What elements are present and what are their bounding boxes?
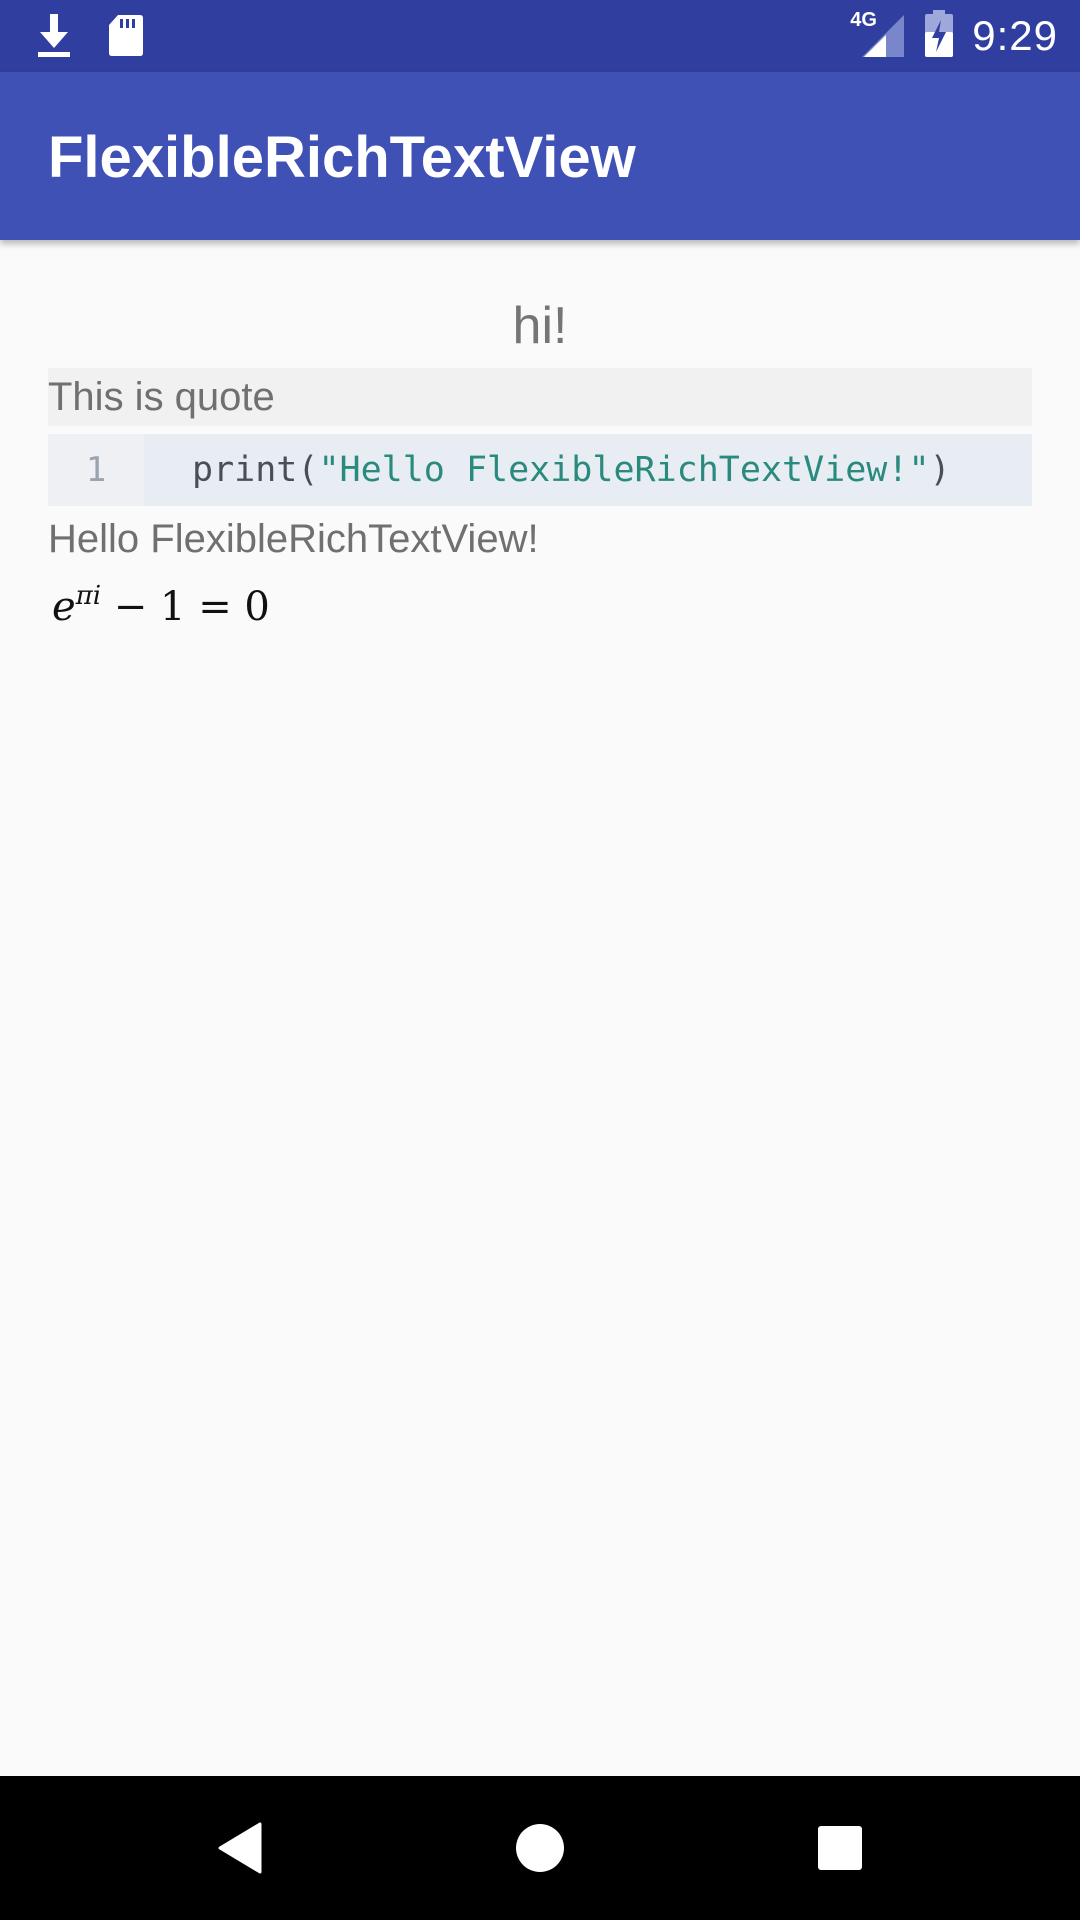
math-formula: eπi − 1 = 0	[48, 566, 1032, 637]
math-base: e	[52, 584, 76, 630]
code-block: 1 print("Hello FlexibleRichTextView!")	[48, 434, 1032, 506]
navigation-bar	[0, 1776, 1080, 1920]
app-title: FlexibleRichTextView	[48, 125, 636, 190]
battery-charging-icon	[924, 9, 954, 63]
code-string: "Hello FlexibleRichTextView!"	[318, 450, 930, 490]
status-bar: 4G 9:29	[0, 0, 1080, 72]
back-button[interactable]	[168, 1776, 312, 1920]
status-time: 9:29	[972, 12, 1058, 59]
home-icon	[516, 1824, 564, 1872]
code-closing: )	[929, 450, 951, 490]
quote-block: This is quote	[48, 368, 1032, 426]
screen: 4G 9:29 FlexibleRichTextView hi! This is…	[0, 0, 1080, 1920]
status-bar-notifications	[34, 12, 144, 63]
back-icon	[218, 1822, 262, 1874]
code-line: print("Hello FlexibleRichTextView!")	[144, 434, 1032, 506]
recents-button[interactable]	[768, 1776, 912, 1920]
cell-signal-icon: 4G	[850, 9, 906, 61]
download-icon	[34, 12, 74, 63]
paragraph-text: Hello FlexibleRichTextView!	[48, 517, 539, 561]
status-bar-system: 4G 9:29	[850, 0, 1058, 72]
recents-icon	[818, 1826, 862, 1870]
code-line-number: 1	[48, 434, 144, 506]
home-button[interactable]	[468, 1776, 612, 1920]
math-exponent: πi	[75, 581, 102, 611]
sd-card-icon	[108, 13, 144, 62]
app-bar: FlexibleRichTextView	[0, 72, 1080, 240]
rich-text-view: hi! This is quote 1 print("Hello Flexibl…	[48, 240, 1032, 637]
heading-text: hi!	[512, 297, 568, 355]
math-rest: − 1 = 0	[101, 584, 270, 630]
code-function: print(	[192, 450, 319, 490]
